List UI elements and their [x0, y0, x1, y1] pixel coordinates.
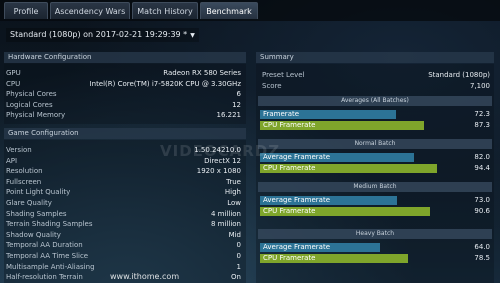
preset-level-label: Preset Level: [262, 71, 305, 79]
game-setting-row: Fullscreen True: [6, 177, 241, 187]
cpu-framerate-bar: CPU Framerate: [260, 254, 408, 263]
hardware-spec-row: CPU Intel(R) Core(TM) i7-5820K CPU @ 3.30…: [6, 79, 241, 89]
cpu-framerate-bar: CPU Framerate: [260, 121, 424, 130]
game-setting-label: Fullscreen: [6, 177, 42, 186]
hardware-spec-value: Radeon RX 580 Series: [163, 69, 241, 77]
framerate-bar: Average Framerate: [260, 153, 414, 162]
game-setting-label: Shading Samples: [6, 209, 67, 218]
chevron-down-icon: ▼: [190, 32, 195, 39]
game-setting-value: 0: [236, 252, 241, 260]
hardware-config-header: Hardware Configuration: [4, 52, 246, 63]
hardware-spec-row: GPU Radeon RX 580 Series: [6, 68, 241, 78]
game-setting-label: Multisample Anti-Aliasing: [6, 262, 95, 271]
tab-bar: Profile Ascendency Wars Match History Be…: [0, 0, 500, 21]
cpu-framerate-value: 87.3: [474, 121, 490, 129]
hardware-spec-row: Physical Cores 6: [6, 89, 241, 99]
hardware-spec-value: 12: [232, 100, 241, 109]
tab-ascendency-wars[interactable]: Ascendency Wars: [50, 2, 130, 19]
game-setting-value: Mid: [228, 230, 241, 239]
benchmark-run-select[interactable]: Standard (1080p) on 2017-02-21 19:29:39 …: [6, 28, 199, 42]
hardware-spec-label: Physical Cores: [6, 90, 57, 98]
game-setting-value: On: [231, 273, 241, 282]
cpu-framerate-bar: CPU Framerate: [260, 207, 430, 216]
score-value: 7,100: [469, 82, 490, 90]
game-setting-row: Temporal AA Time Slice 0: [6, 251, 241, 261]
hardware-spec-row: Logical Cores 12: [6, 100, 241, 110]
game-setting-value: True: [226, 177, 241, 186]
hardware-spec-value: Intel(R) Core(TM) i7-5820K CPU @ 3.30GHz: [89, 79, 241, 88]
game-setting-value: 0: [236, 241, 241, 250]
game-setting-row: Resolution 1920 x 1080: [6, 166, 241, 176]
game-setting-value: 1920 x 1080: [196, 167, 241, 176]
cpu-framerate-value: 90.6: [474, 207, 490, 215]
game-setting-label: API: [6, 156, 18, 165]
batch-header: Normal Batch: [258, 139, 492, 149]
game-setting-value: Low: [227, 199, 241, 207]
tab-profile[interactable]: Profile: [4, 2, 48, 19]
hardware-spec-row: Physical Memory 16.221: [6, 110, 241, 120]
game-setting-value: 8 million: [211, 220, 241, 229]
cpu-framerate-value: 94.4: [474, 164, 490, 172]
videocardz-watermark: VIDEOCARDZ: [160, 142, 281, 160]
game-setting-label: Temporal AA Time Slice: [6, 252, 89, 260]
hardware-spec-label: GPU: [6, 69, 21, 77]
score-row: Score 7,100: [262, 81, 490, 91]
hardware-spec-value: 6: [236, 90, 241, 98]
batch-header: Averages (All Batches): [258, 96, 492, 106]
tab-benchmark[interactable]: Benchmark: [200, 2, 258, 19]
score-label: Score: [262, 82, 282, 90]
game-setting-row: Shadow Quality Mid: [6, 230, 241, 240]
game-setting-label: Resolution: [6, 167, 43, 176]
tab-match-history[interactable]: Match History: [132, 2, 198, 19]
benchmark-run-value: Standard (1080p) on 2017-02-21 19:29:39 …: [10, 30, 188, 39]
game-setting-label: Half-resolution Terrain: [6, 273, 83, 282]
batch-header: Medium Batch: [258, 182, 492, 192]
game-setting-value: High: [224, 188, 241, 197]
ithome-watermark: www.ithome.com: [110, 272, 180, 281]
game-setting-label: Glare Quality: [6, 199, 52, 207]
game-setting-row: Terrain Shading Samples 8 million: [6, 219, 241, 229]
framerate-bar: Framerate: [260, 110, 396, 119]
game-setting-row: Point Light Quality High: [6, 187, 241, 197]
game-setting-label: Temporal AA Duration: [6, 241, 83, 250]
game-setting-value: 1: [236, 262, 241, 271]
game-setting-row: Temporal AA Duration 0: [6, 240, 241, 250]
framerate-bar: Average Framerate: [260, 243, 380, 252]
framerate-value: 64.0: [474, 243, 490, 251]
framerate-bar: Average Framerate: [260, 196, 397, 205]
game-setting-row: Multisample Anti-Aliasing 1: [6, 262, 241, 272]
preset-level-row: Preset Level Standard (1080p): [262, 70, 490, 80]
batch-header: Heavy Batch: [258, 229, 492, 239]
game-setting-label: Terrain Shading Samples: [6, 220, 93, 229]
hardware-spec-label: Physical Memory: [6, 111, 66, 119]
preset-level-value: Standard (1080p): [428, 71, 490, 79]
game-setting-row: Shading Samples 4 million: [6, 209, 241, 219]
framerate-value: 73.0: [474, 196, 490, 204]
game-setting-label: Point Light Quality: [6, 188, 71, 197]
game-setting-label: Shadow Quality: [6, 230, 61, 239]
summary-header: Summary: [256, 52, 494, 63]
hardware-spec-label: CPU: [6, 79, 21, 88]
game-config-header: Game Configuration: [4, 128, 246, 139]
framerate-value: 82.0: [474, 153, 490, 161]
cpu-framerate-value: 78.5: [474, 254, 490, 262]
game-setting-row: Glare Quality Low: [6, 198, 241, 208]
game-setting-value: 4 million: [211, 209, 241, 218]
framerate-value: 72.3: [474, 110, 490, 118]
hardware-spec-label: Logical Cores: [6, 100, 53, 109]
game-setting-label: Version: [6, 146, 32, 154]
cpu-framerate-bar: CPU Framerate: [260, 164, 437, 173]
hardware-spec-value: 16.221: [216, 111, 242, 119]
